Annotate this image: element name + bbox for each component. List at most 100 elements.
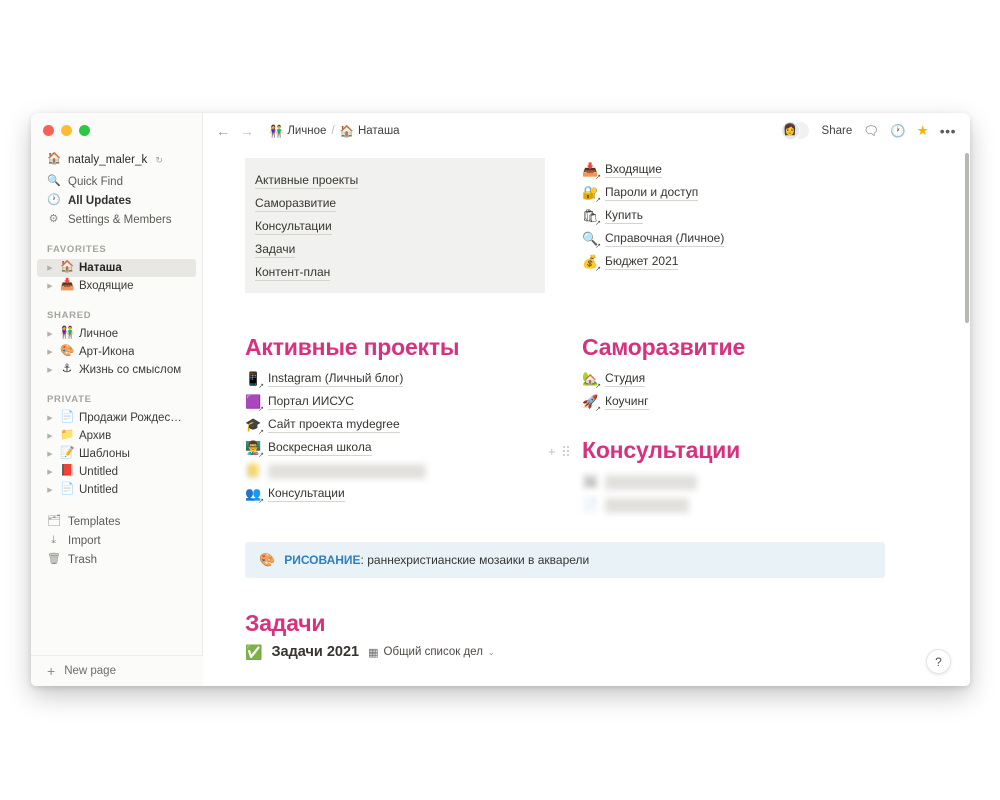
page-emoji-icon: ⚓ bbox=[61, 363, 73, 376]
callout-risovanie[interactable]: 🎨 РИСОВАНИЕ: раннехристианские мозаики в… bbox=[245, 541, 885, 578]
sidebar-page-inbox[interactable]: ▶ 📥 Входящие bbox=[37, 277, 196, 295]
project-link-voskresnaya-shkola[interactable]: 👨‍🏫 Воскресная школа bbox=[245, 437, 545, 460]
project-link-instagram[interactable]: 📱 Instagram (Личный блог) bbox=[245, 368, 545, 391]
sidebar-item-label: Import bbox=[68, 534, 101, 547]
templates-icon: 🗂 bbox=[47, 515, 61, 527]
more-options-icon[interactable]: ••• bbox=[940, 124, 956, 138]
page-emoji-icon: 📥 bbox=[60, 279, 75, 292]
close-window-button[interactable] bbox=[43, 125, 54, 136]
sidebar-page-label: Входящие bbox=[79, 280, 134, 292]
section-label-shared: SHARED bbox=[47, 310, 92, 321]
sidebar-page-arhiv[interactable]: ▶ 📁 Архив bbox=[37, 427, 196, 445]
sidebar-item-quick-find[interactable]: 🔍 Quick Find bbox=[37, 172, 196, 191]
project-link-portal-iisus[interactable]: 🟪 Портал ИИСУС bbox=[245, 391, 545, 414]
chevron-right-icon[interactable]: ▶ bbox=[45, 331, 55, 338]
project-link-label: Школа приемных родителей bbox=[268, 463, 426, 479]
project-link-konsultacii[interactable]: 👥 Консультации bbox=[245, 483, 545, 506]
back-arrow-icon[interactable]: ← bbox=[215, 124, 231, 138]
link-kouching[interactable]: 🚀 Коучинг bbox=[582, 391, 930, 414]
checkmark-icon: ✅ bbox=[245, 644, 263, 661]
history-clock-icon[interactable]: 🕐 bbox=[890, 125, 906, 138]
database-title[interactable]: Задачи 2021 bbox=[271, 644, 359, 660]
magnifier-icon: 🔍 bbox=[582, 231, 601, 250]
workspace-switcher[interactable]: 🏠 nataly_maler_k ↻ bbox=[37, 150, 196, 170]
minimize-window-button[interactable] bbox=[61, 125, 72, 136]
chevron-right-icon[interactable]: ▶ bbox=[45, 265, 55, 272]
project-link-label: Консультации bbox=[268, 486, 345, 503]
consultation-link-redacted-2[interactable]: 📄 Светлана Тарн bbox=[582, 494, 930, 517]
sidebar-item-templates[interactable]: 🗂 Templates bbox=[37, 512, 196, 531]
new-page-button[interactable]: + New page bbox=[31, 655, 203, 686]
project-link-redacted[interactable]: 📒 Школа приемных родителей bbox=[245, 460, 545, 483]
topbar-actions: 👩 Share 🗨 🕐 ★ ••• bbox=[780, 121, 956, 141]
project-link-label: Воскресная школа bbox=[268, 440, 372, 457]
toc-item[interactable]: Контент-план bbox=[245, 260, 545, 283]
database-view-selector[interactable]: ▦ Общий список дел ⌄ bbox=[368, 646, 494, 659]
sidebar-item-settings-members[interactable]: ⚙ Settings & Members bbox=[37, 210, 196, 229]
callout-text: РИСОВАНИЕ: раннехристианские мозаики в а… bbox=[284, 553, 589, 567]
sidebar-item-all-updates[interactable]: 🕐 All Updates bbox=[37, 191, 196, 210]
breadcrumb-item-lichnoe[interactable]: 👫 Личное bbox=[269, 124, 326, 138]
add-block-icon[interactable]: + bbox=[548, 445, 556, 458]
toc-item-label: Контент-план bbox=[255, 264, 331, 281]
avatar-group[interactable]: 👩 bbox=[780, 121, 811, 141]
chevron-right-icon[interactable]: ▶ bbox=[45, 367, 55, 374]
chevron-right-icon[interactable]: ▶ bbox=[45, 451, 55, 458]
chevron-right-icon[interactable]: ▶ bbox=[45, 469, 55, 476]
page-emoji-icon: 👫 bbox=[60, 327, 75, 340]
project-link-mydegree[interactable]: 🎓 Сайт проекта mydegree bbox=[245, 414, 545, 437]
page-emoji-icon: 📄 bbox=[60, 411, 75, 424]
sidebar-page-label: Жизнь со смыслом bbox=[79, 364, 182, 376]
heading-konsultacii: Консультации bbox=[582, 436, 741, 463]
toc-item[interactable]: Задачи bbox=[245, 237, 545, 260]
window-traffic-lights bbox=[31, 113, 202, 136]
sidebar-page-shablony[interactable]: ▶ 📝 Шаблоны bbox=[37, 445, 196, 463]
chevron-right-icon[interactable]: ▶ bbox=[45, 283, 55, 290]
project-link-label: Instagram (Личный блог) bbox=[268, 371, 404, 388]
sidebar-page-label: Продажи Рождествен… bbox=[79, 412, 186, 424]
page-link-label: Студия bbox=[605, 371, 646, 388]
page-emoji-icon: 📝 bbox=[60, 447, 75, 460]
breadcrumb-label: Наташа bbox=[357, 125, 400, 137]
maximize-window-button[interactable] bbox=[79, 125, 90, 136]
consultation-link-redacted-1[interactable]: 🖼 Имена Бурусова bbox=[582, 471, 930, 494]
chevron-right-icon[interactable]: ▶ bbox=[45, 349, 55, 356]
chevron-right-icon[interactable]: ▶ bbox=[45, 487, 55, 494]
sidebar-page-art-ikona[interactable]: ▶ 🎨 Арт-Икона bbox=[37, 343, 196, 361]
toc-item[interactable]: Активные проекты bbox=[245, 168, 545, 191]
chevron-right-icon[interactable]: ▶ bbox=[45, 415, 55, 422]
page-link-label: Бюджет 2021 bbox=[605, 253, 679, 270]
page-link-paroli[interactable]: 🔐 Пароли и доступ bbox=[582, 181, 930, 204]
breadcrumb-item-natasha[interactable]: 🏠 Наташа bbox=[340, 124, 400, 138]
drag-handle-icon[interactable] bbox=[562, 446, 569, 457]
page-link-vhodyashchie[interactable]: 📥 Входящие bbox=[582, 158, 930, 181]
sidebar-nav: 🔍 Quick Find 🕐 All Updates ⚙ Settings & … bbox=[31, 172, 202, 229]
search-icon: 🔍 bbox=[47, 175, 61, 187]
money-bag-icon: 💰 bbox=[582, 254, 601, 273]
comment-icon[interactable]: 🗨 bbox=[863, 125, 879, 138]
page-link-spravochnaya[interactable]: 🔍 Справочная (Личное) bbox=[582, 227, 930, 250]
share-button[interactable]: Share bbox=[822, 125, 853, 137]
forward-arrow-icon[interactable]: → bbox=[239, 124, 255, 138]
chevron-right-icon[interactable]: ▶ bbox=[45, 433, 55, 440]
sidebar-page-untitled-2[interactable]: ▶ 📄 Untitled bbox=[37, 481, 196, 499]
vertical-scrollbar[interactable] bbox=[965, 153, 969, 323]
toc-item[interactable]: Консультации bbox=[245, 214, 545, 237]
page-link-kupit[interactable]: 🛍 Купить bbox=[582, 204, 930, 227]
sidebar-item-trash[interactable]: 🗑 Trash bbox=[37, 550, 196, 569]
sidebar-page-natasha[interactable]: ▶ 🏠 Наташа bbox=[37, 259, 196, 277]
sidebar-page-lichnoe[interactable]: ▶ 👫 Личное bbox=[37, 325, 196, 343]
help-button[interactable]: ? bbox=[926, 649, 951, 674]
app-window: 🏠 nataly_maler_k ↻ 🔍 Quick Find 🕐 All Up… bbox=[31, 113, 970, 686]
toc-item[interactable]: Саморазвитие bbox=[245, 191, 545, 214]
link-studiya[interactable]: 🏡 Студия bbox=[582, 368, 930, 391]
sidebar-page-untitled-1[interactable]: ▶ 📕 Untitled bbox=[37, 463, 196, 481]
favorite-star-icon[interactable]: ★ bbox=[917, 124, 929, 138]
page-link-byudzhet[interactable]: 💰 Бюджет 2021 bbox=[582, 250, 930, 273]
sidebar-page-zhizn-so-smyslom[interactable]: ▶ ⚓ Жизнь со смыслом bbox=[37, 361, 196, 379]
page-emoji-icon: 🏠 bbox=[60, 261, 75, 274]
sidebar-page-prodazhi[interactable]: ▶ 📄 Продажи Рождествен… bbox=[37, 409, 196, 427]
portal-icon: 🟪 bbox=[245, 394, 264, 413]
sidebar-page-label: Наташа bbox=[79, 262, 122, 274]
sidebar-item-import[interactable]: ⤓ Import bbox=[37, 531, 196, 550]
